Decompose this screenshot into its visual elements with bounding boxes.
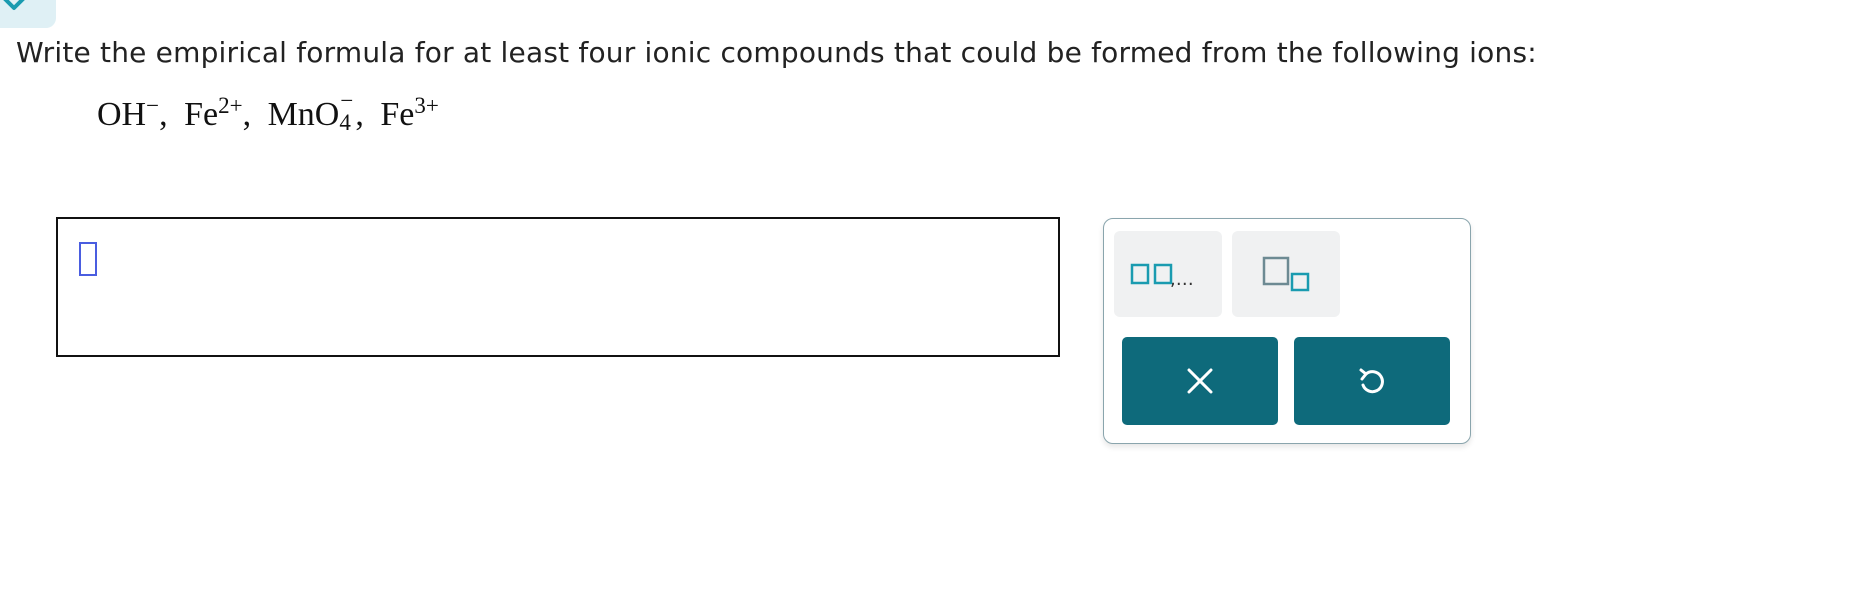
ion-base: Fe <box>380 96 415 133</box>
subscript-tool-button[interactable] <box>1232 231 1340 317</box>
ions-list: OH−, Fe2+, MnO −4, Fe3+ <box>97 88 439 135</box>
ion-base: MnO <box>267 96 340 133</box>
list-tool-text: ,… <box>1170 269 1194 289</box>
answer-input[interactable] <box>56 217 1060 357</box>
list-of-boxes-icon: ,… <box>1130 263 1194 289</box>
subscript-box-icon <box>1262 256 1310 292</box>
separator: , <box>355 96 364 133</box>
clear-button[interactable] <box>1122 337 1278 425</box>
input-cursor-box <box>79 242 97 276</box>
ion-base: Fe <box>184 96 219 133</box>
separator: , <box>242 96 252 133</box>
ion-sub-sup: −4 <box>339 88 355 135</box>
math-palette: ,… <box>1103 218 1471 444</box>
list-tool-button[interactable]: ,… <box>1114 231 1222 317</box>
close-icon <box>1187 368 1213 394</box>
undo-icon <box>1359 368 1384 394</box>
question-text: Write the empirical formula for at least… <box>16 36 1537 69</box>
correct-badge <box>0 0 56 28</box>
ion-charge: − <box>146 92 160 118</box>
checkmark-icon <box>3 0 25 10</box>
ion-hydroxide: OH− <box>97 92 160 134</box>
ion-subscript: 4 <box>339 110 351 135</box>
ion-charge: 3+ <box>414 92 439 118</box>
ion-charge: 2+ <box>218 92 243 118</box>
ion-iron-ii: Fe2+ <box>184 92 243 134</box>
ion-base: OH <box>97 96 147 133</box>
separator: , <box>159 96 168 133</box>
undo-button[interactable] <box>1294 337 1450 425</box>
ion-iron-iii: Fe3+ <box>380 92 439 134</box>
ion-permanganate: MnO −4 <box>267 88 356 135</box>
